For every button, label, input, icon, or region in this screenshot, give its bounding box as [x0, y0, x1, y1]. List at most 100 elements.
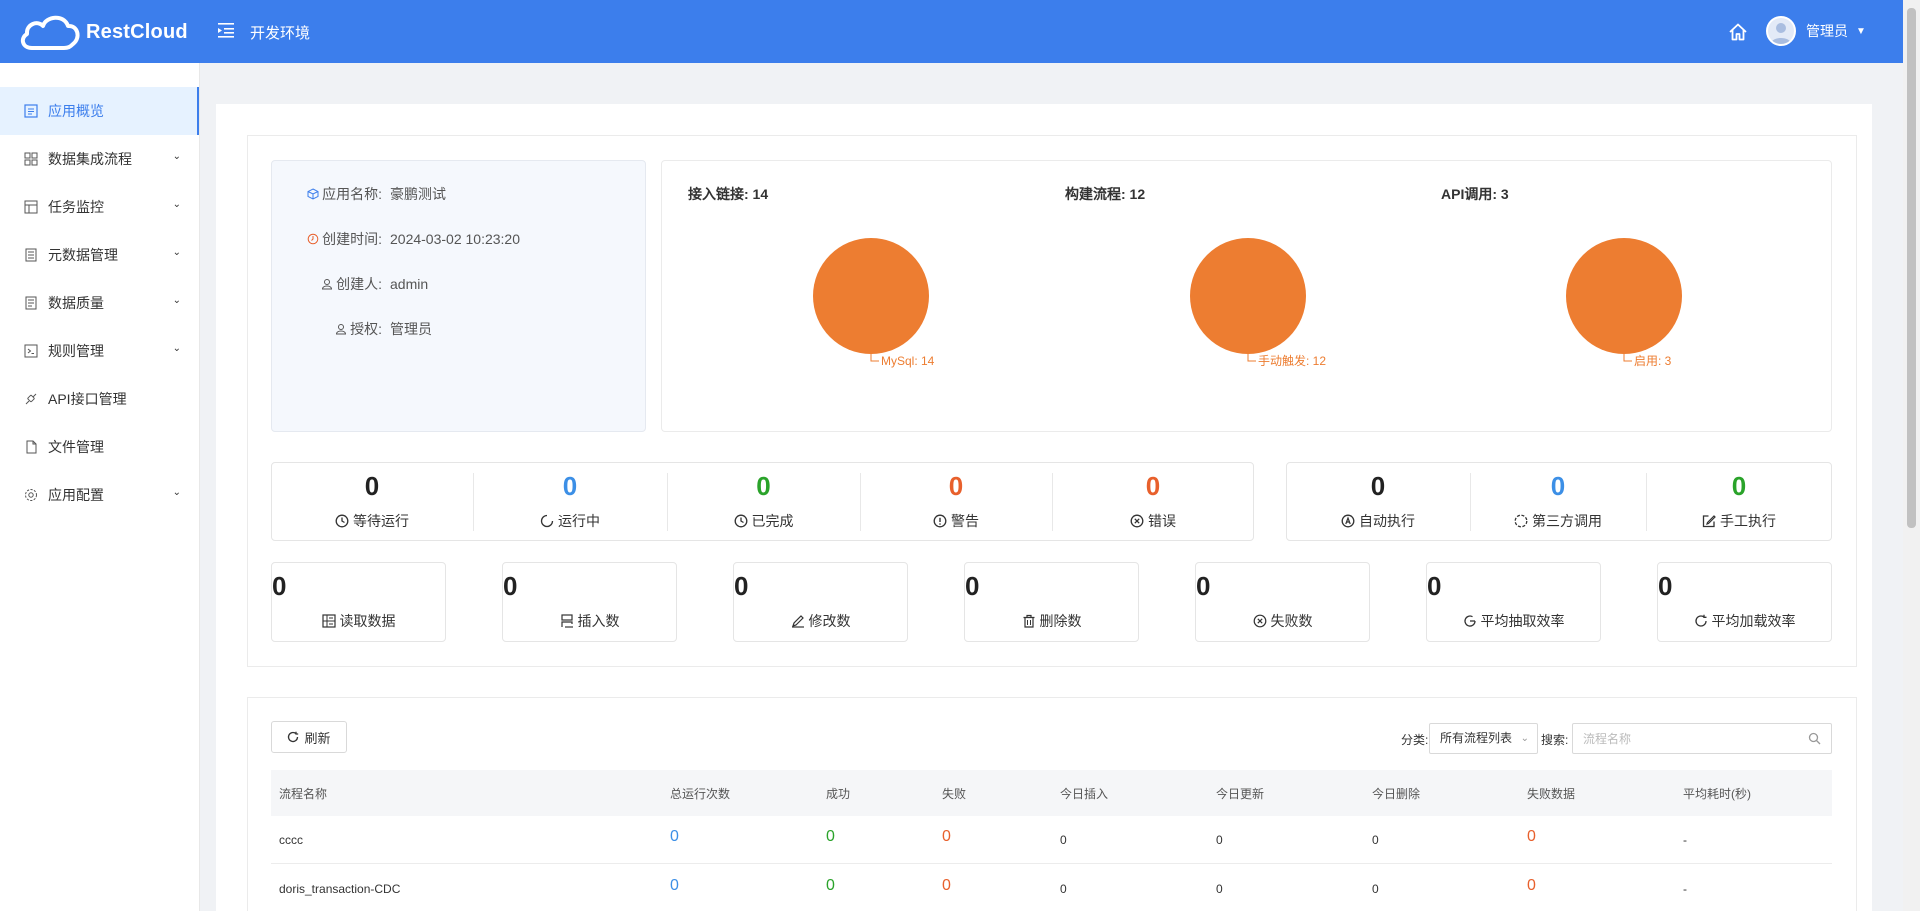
- exec-type-stats: 0 自动执行 0 第三方调用 0 手工执行: [1286, 462, 1832, 541]
- column-header[interactable]: 平均耗时(秒): [1683, 785, 1751, 802]
- stat-error[interactable]: 0 错误: [1053, 463, 1253, 541]
- sidebar-item-metadata[interactable]: 元数据管理 ⌄: [0, 231, 199, 279]
- sidebar-item-file-management[interactable]: 文件管理: [0, 423, 199, 471]
- sidebar-item-label: 数据质量: [48, 295, 104, 311]
- created-time-label: 创建时间:: [322, 231, 382, 247]
- sidebar-item-label: 任务监控: [48, 199, 104, 215]
- stat-auto-exec[interactable]: 0 自动执行: [1287, 463, 1469, 541]
- edit-icon: [1702, 515, 1716, 528]
- stat-warning[interactable]: 0 警告: [861, 463, 1051, 541]
- column-header[interactable]: 流程名称: [279, 785, 327, 802]
- search-icon[interactable]: [1808, 732, 1821, 745]
- pie-slice-enabled[interactable]: [1566, 238, 1682, 354]
- sidebar-item-rule-management[interactable]: 规则管理 ⌄: [0, 327, 199, 375]
- user-icon: [322, 279, 333, 290]
- flow-name-cell[interactable]: cccc: [279, 833, 303, 847]
- sidebar-item-overview[interactable]: 应用概览: [0, 87, 199, 135]
- column-header[interactable]: 今日删除: [1372, 785, 1420, 802]
- column-header[interactable]: 总运行次数: [670, 785, 730, 802]
- success-cell: 0: [826, 828, 835, 845]
- pie-slice-label: 启用: 3: [1634, 354, 1672, 368]
- pie-slice-manual-trigger[interactable]: [1190, 238, 1306, 354]
- column-header[interactable]: 今日更新: [1216, 785, 1264, 802]
- logo[interactable]: RestCloud: [18, 10, 188, 54]
- api-icon: [25, 393, 37, 405]
- sidebar-item-task-monitor[interactable]: 任务监控 ⌄: [0, 183, 199, 231]
- sidebar-item-data-integration[interactable]: 数据集成流程 ⌄: [0, 135, 199, 183]
- sidebar-item-app-config[interactable]: 应用配置 ⌄: [0, 471, 199, 519]
- table-row[interactable]: doris_transaction-CDC 0 0 0 0 0 0 0 -: [271, 865, 1832, 911]
- creator-row: 创建人: admin: [272, 274, 428, 294]
- top-header: RestCloud 开发环境 管理员 ▼: [0, 0, 1920, 63]
- today-insert-cell: 0: [1060, 882, 1067, 896]
- user-auth-icon: [336, 324, 347, 335]
- stat-value: 0: [1550, 471, 1566, 501]
- column-header[interactable]: 成功: [826, 785, 850, 802]
- stat-manual-exec[interactable]: 0 手工执行: [1647, 463, 1831, 541]
- loading-icon: [540, 514, 554, 528]
- stat-third-party[interactable]: 0 第三方调用: [1471, 463, 1645, 541]
- menu-fold-icon[interactable]: [216, 20, 236, 40]
- sidebar-item-data-quality[interactable]: 数据质量 ⌄: [0, 279, 199, 327]
- pie-svg: 启用: 3: [1566, 238, 1682, 368]
- pie-slice-label: 手动触发: 12: [1258, 353, 1326, 368]
- page-scrollbar[interactable]: [1903, 0, 1920, 911]
- sidebar-item-api-management[interactable]: API接口管理: [0, 375, 199, 423]
- total-runs-cell: 0: [670, 828, 679, 845]
- stat-value: 0: [965, 571, 980, 601]
- category-select[interactable]: 所有流程列表 ⌄: [1429, 723, 1538, 754]
- chevron-down-icon: ⌄: [172, 199, 181, 210]
- stat-card-extract-rate[interactable]: 0 平均抽取效率: [1426, 562, 1601, 642]
- flow-name-cell[interactable]: doris_transaction-CDC: [279, 882, 400, 896]
- stat-value: 0: [562, 471, 578, 501]
- stat-value: 0: [503, 571, 518, 601]
- stat-card-fail[interactable]: 0 失败数: [1195, 562, 1370, 642]
- user-menu[interactable]: 管理员 ▼: [1766, 16, 1866, 46]
- stat-waiting[interactable]: 0 等待运行: [272, 463, 472, 541]
- stat-value: 0: [734, 571, 749, 601]
- insert-icon: [560, 614, 573, 628]
- stat-completed[interactable]: 0 已完成: [668, 463, 859, 541]
- stat-value: 0: [1370, 471, 1386, 501]
- stat-label: 读取数据: [339, 613, 396, 629]
- stat-value: 0: [756, 471, 771, 501]
- table-header: 流程名称 总运行次数 成功 失败 今日插入 今日更新 今日删除 失败数据 平均耗…: [271, 770, 1832, 816]
- cloud-logo-icon: [20, 15, 80, 50]
- refresh-button[interactable]: 刷新: [271, 721, 347, 753]
- column-header[interactable]: 今日插入: [1060, 785, 1108, 802]
- stat-card-read[interactable]: 0 读取数据: [271, 562, 446, 642]
- column-header[interactable]: 失败数据: [1527, 785, 1575, 802]
- auto-icon: [1341, 514, 1355, 528]
- third-party-icon: [1514, 514, 1528, 528]
- category-select-value: 所有流程列表: [1440, 731, 1513, 745]
- app-name-row: 应用名称: 豪鹏测试: [272, 184, 446, 204]
- stat-card-delete[interactable]: 0 删除数: [964, 562, 1139, 642]
- pie-label-line: [1247, 354, 1256, 362]
- read-icon: [321, 614, 336, 628]
- environment-label[interactable]: 开发环境: [250, 22, 310, 43]
- stat-running[interactable]: 0 运行中: [474, 463, 666, 541]
- stat-card-load-rate[interactable]: 0 平均加载效率: [1657, 562, 1832, 642]
- table-row[interactable]: cccc 0 0 0 0 0 0 0 -: [271, 816, 1832, 864]
- stat-label: 平均加载效率: [1711, 613, 1796, 629]
- today-update-cell: 0: [1216, 833, 1223, 847]
- scrollbar-thumb[interactable]: [1907, 8, 1916, 528]
- search-input[interactable]: [1572, 723, 1832, 754]
- today-delete-cell: 0: [1372, 882, 1379, 896]
- chevron-down-icon: ⌄: [172, 151, 181, 162]
- cube-icon: [307, 188, 319, 200]
- stat-value: 0: [1196, 571, 1211, 601]
- category-label: 分类:: [1401, 733, 1429, 747]
- stat-card-modify[interactable]: 0 修改数: [733, 562, 908, 642]
- column-header[interactable]: 失败: [942, 785, 966, 802]
- success-cell: 0: [826, 877, 835, 894]
- pie-chart-connections: 接入链接: 14 MySql: 14: [662, 161, 1038, 431]
- time-icon: [307, 233, 319, 245]
- home-icon[interactable]: [1728, 22, 1748, 42]
- stat-label: 运行中: [558, 513, 600, 529]
- pie-slice-mysql[interactable]: [813, 238, 929, 354]
- fail-data-cell: 0: [1527, 877, 1536, 894]
- pie-label-line: [870, 354, 879, 362]
- stat-card-insert[interactable]: 0 插入数: [502, 562, 677, 642]
- fail-cell: 0: [942, 828, 951, 845]
